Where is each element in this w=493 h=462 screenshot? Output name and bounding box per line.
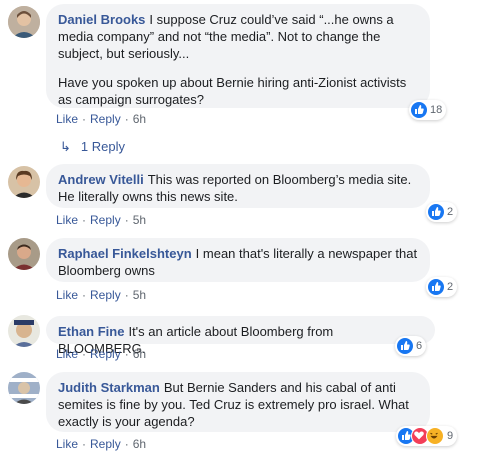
thumbs-up-icon xyxy=(411,102,427,118)
reply-link[interactable]: Reply xyxy=(90,347,121,361)
timestamp[interactable]: 6h xyxy=(133,112,146,126)
avatar-photo-icon xyxy=(8,6,40,38)
timestamp[interactable]: 5h xyxy=(133,288,146,302)
avatar[interactable] xyxy=(8,315,40,347)
comment-text-paragraph: Have you spoken up about Bernie hiring a… xyxy=(58,75,407,107)
timestamp[interactable]: 5h xyxy=(133,213,146,227)
comment-actions: Like · Reply · 6h xyxy=(56,347,147,361)
like-link[interactable]: Like xyxy=(56,213,78,227)
comment-author[interactable]: Judith Starkman xyxy=(58,380,160,395)
timestamp[interactable]: 6h xyxy=(133,347,146,361)
reaction-count: 9 xyxy=(447,430,454,442)
comment-actions: Like · Reply · 6h xyxy=(56,437,147,451)
avatar[interactable] xyxy=(8,6,40,38)
reaction-count: 6 xyxy=(416,340,423,352)
avatar-photo-icon xyxy=(8,315,40,347)
laughing-face-icon xyxy=(426,427,444,445)
avatar-photo-icon xyxy=(8,372,40,404)
like-link[interactable]: Like xyxy=(56,112,78,126)
reply-link[interactable]: Reply xyxy=(90,213,121,227)
avatar[interactable] xyxy=(8,372,40,404)
reply-link[interactable]: Reply xyxy=(90,112,121,126)
reaction-count: 2 xyxy=(447,206,454,218)
comment-actions: Like · Reply · 5h xyxy=(56,288,147,302)
comment-actions: Like · Reply · 6h xyxy=(56,112,147,126)
avatar-photo-icon xyxy=(8,238,40,270)
like-link[interactable]: Like xyxy=(56,288,78,302)
comment-author[interactable]: Ethan Fine xyxy=(58,324,124,339)
comment-actions: Like · Reply · 5h xyxy=(56,213,147,227)
view-replies-link[interactable]: ↳ 1 Reply xyxy=(60,139,125,155)
comment-author[interactable]: Daniel Brooks xyxy=(58,12,145,27)
comment-bubble: Andrew Vitelli This was reported on Bloom… xyxy=(46,164,430,208)
reaction-summary[interactable]: 2 xyxy=(426,202,458,222)
thumbs-up-icon xyxy=(428,279,444,295)
comment-author[interactable]: Raphael Finkelshteyn xyxy=(58,246,192,261)
reaction-summary[interactable]: 9 xyxy=(396,426,458,446)
comment-bubble: Raphael Finkelshteyn I mean that's litera… xyxy=(46,238,430,282)
comment-author[interactable]: Andrew Vitelli xyxy=(58,172,144,187)
timestamp[interactable]: 6h xyxy=(133,437,146,451)
reaction-summary[interactable]: 2 xyxy=(426,277,458,297)
comment-bubble: Ethan Fine It's an article about Bloomber… xyxy=(46,316,435,356)
reply-link[interactable]: Reply xyxy=(90,437,121,451)
reaction-summary[interactable]: 18 xyxy=(409,100,447,120)
reaction-summary[interactable]: 6 xyxy=(395,336,427,356)
reply-link[interactable]: Reply xyxy=(90,288,121,302)
replies-count-label[interactable]: 1 Reply xyxy=(81,139,125,154)
like-link[interactable]: Like xyxy=(56,437,78,451)
thumbs-up-icon xyxy=(428,204,444,220)
avatar[interactable] xyxy=(8,238,40,270)
thumbs-up-icon xyxy=(397,338,413,354)
comment-bubble: Judith Starkman But Bernie Sanders and hi… xyxy=(46,372,430,432)
like-link[interactable]: Like xyxy=(56,347,78,361)
reaction-count: 18 xyxy=(430,104,443,116)
reaction-count: 2 xyxy=(447,281,454,293)
comment-bubble: Daniel Brooks I suppose Cruz could’ve sai… xyxy=(46,4,430,108)
avatar-photo-icon xyxy=(8,166,40,198)
reply-arrow-icon: ↳ xyxy=(60,139,71,154)
avatar[interactable] xyxy=(8,166,40,198)
